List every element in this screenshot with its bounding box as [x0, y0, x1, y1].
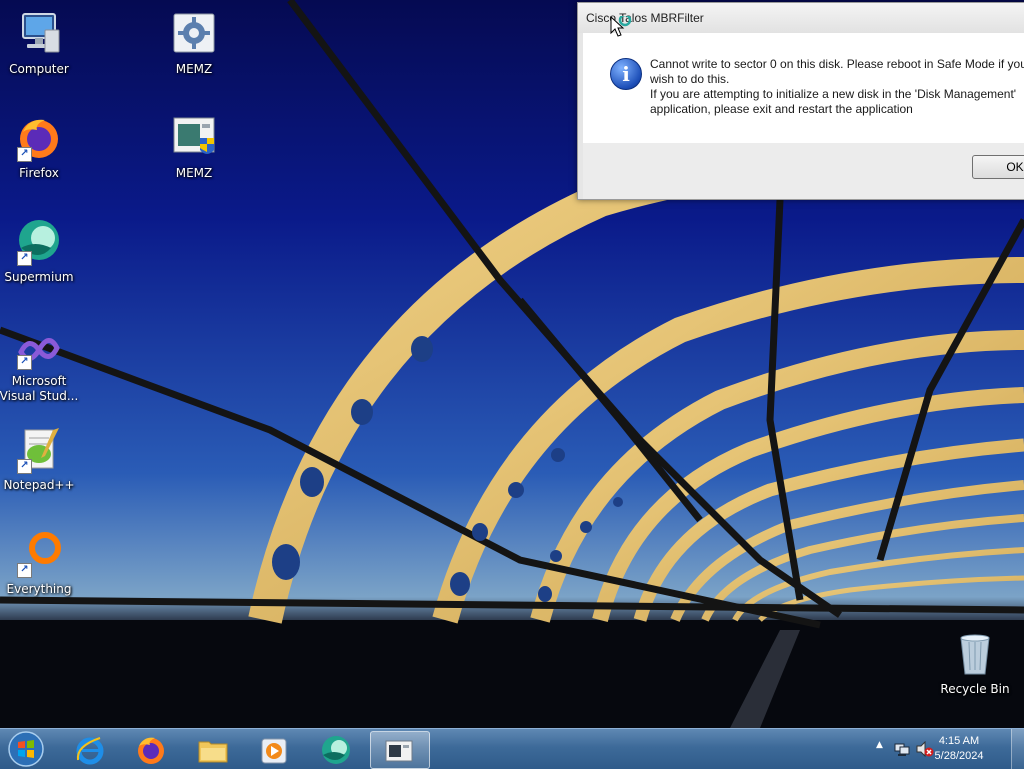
memz-settings-icon [170, 10, 218, 58]
shortcut-arrow-icon: ↗ [17, 251, 32, 266]
notepadpp-icon: ↗ [15, 426, 63, 474]
shortcut-arrow-icon: ↗ [17, 355, 32, 370]
shortcut-arrow-icon: ↗ [17, 563, 32, 578]
desktop-icon-everything[interactable]: ↗ Everything [0, 530, 79, 597]
taskbar-file-explorer[interactable] [185, 731, 241, 767]
desktop-icon-recycle-bin[interactable]: Recycle Bin [935, 630, 1015, 697]
desktop-icon-visual-studio[interactable]: ↗ Microsoft Visual Stud... [0, 330, 79, 404]
computer-icon [15, 10, 63, 58]
desktop-icon-notepadpp[interactable]: ↗ Notepad++ [0, 426, 79, 493]
dialog-body: i Cannot write to sector 0 on this disk.… [583, 33, 1024, 143]
mouse-cursor-icon [610, 13, 636, 43]
memz-app-icon [170, 114, 218, 162]
network-icon[interactable] [894, 741, 910, 757]
desktop-icon-label: Microsoft Visual Stud... [0, 374, 79, 403]
recycle-bin-icon [951, 630, 999, 678]
supermium-icon [322, 736, 350, 764]
supermium-icon: ↗ [15, 218, 63, 266]
taskbar-clock[interactable]: 4:15 AM 5/28/2024 [924, 734, 994, 764]
desktop-icon-label: Recycle Bin [940, 682, 1010, 696]
shortcut-arrow-icon: ↗ [17, 147, 32, 162]
desktop-icon-label: Notepad++ [3, 478, 75, 492]
desktop-icon-label: Firefox [19, 166, 59, 180]
dialog-message: Cannot write to sector 0 on this disk. P… [650, 57, 1024, 117]
firefox-icon [138, 737, 164, 764]
desktop-icon-label: Computer [9, 62, 69, 76]
taskbar-firefox[interactable] [123, 731, 179, 767]
desktop-icon-memz-1[interactable]: MEMZ [154, 10, 234, 77]
start-button[interactable] [6, 731, 46, 767]
shortcut-arrow-icon: ↗ [17, 459, 32, 474]
dialog-message-line-1: Cannot write to sector 0 on this disk. P… [650, 57, 1024, 86]
clock-date: 5/28/2024 [934, 750, 984, 762]
desktop-icon-label: Everything [6, 582, 72, 596]
desktop-icon-firefox[interactable]: ↗ Firefox [0, 114, 79, 181]
taskbar-supermium[interactable] [308, 731, 364, 767]
show-desktop-button[interactable] [1011, 729, 1024, 769]
dialog-footer: OK [583, 143, 1024, 199]
taskbar-mbrfilter-window[interactable] [370, 731, 430, 769]
taskbar-media-player[interactable] [246, 731, 302, 767]
info-icon: i [610, 58, 642, 90]
file-explorer-icon [198, 741, 228, 763]
desktop-icon-memz-2[interactable]: MEMZ [154, 114, 234, 181]
taskbar-internet-explorer[interactable] [62, 731, 118, 767]
firefox-icon: ↗ [15, 114, 63, 162]
taskbar: ▲ 4:15 AM 5/28/2024 [0, 728, 1024, 769]
dialog-titlebar[interactable]: Cisco Talos MBRFilter [578, 3, 1024, 33]
desktop-icon-supermium[interactable]: ↗ Supermium [0, 218, 79, 285]
mbrfilter-window-icon [385, 740, 413, 762]
dialog-message-line-2: If you are attempting to initialize a ne… [650, 87, 1017, 116]
desktop-icon-label: MEMZ [175, 166, 213, 180]
dialog-title: Cisco Talos MBRFilter [586, 11, 704, 25]
system-tray: ▲ 4:15 AM 5/28/2024 [864, 729, 1024, 769]
desktop-icon-label: Supermium [4, 270, 74, 284]
internet-explorer-icon [76, 737, 104, 765]
mbrfilter-dialog[interactable]: Cisco Talos MBRFilter i Cannot write to … [577, 2, 1024, 200]
clock-time: 4:15 AM [938, 735, 980, 747]
show-hidden-icons-icon[interactable]: ▲ [876, 740, 883, 750]
media-player-icon [261, 738, 287, 764]
visual-studio-icon: ↗ [15, 330, 63, 370]
ok-button[interactable]: OK [972, 155, 1024, 179]
desktop-icon-label: MEMZ [175, 62, 213, 76]
desktop-icon-computer[interactable]: Computer [0, 10, 79, 77]
everything-icon: ↗ [15, 530, 63, 578]
